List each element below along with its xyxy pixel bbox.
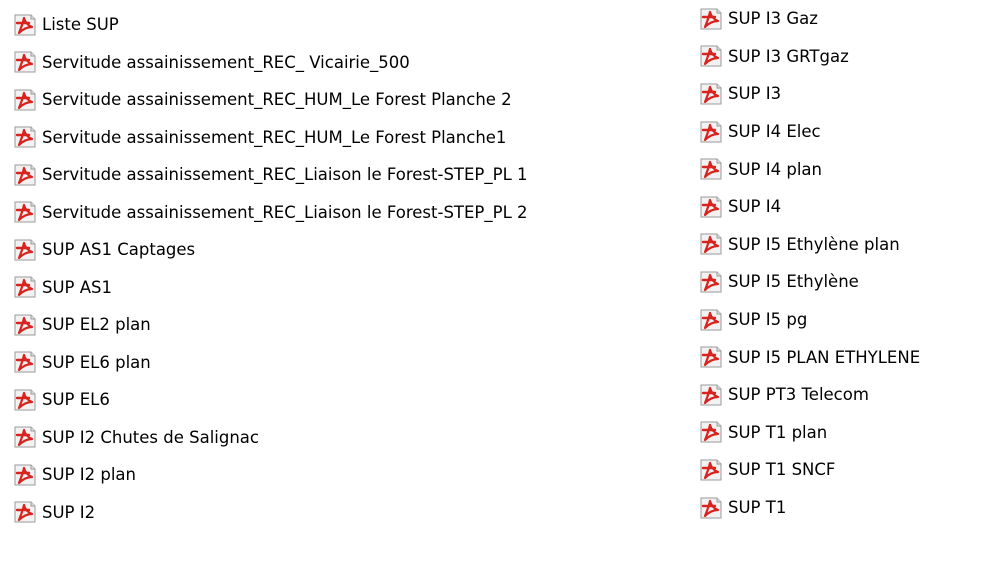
file-item[interactable]: SUP I4 Elec xyxy=(698,113,920,151)
file-name: SUP I2 plan xyxy=(42,465,136,485)
file-name: Liste SUP xyxy=(42,15,119,35)
file-name: SUP I5 Ethylène plan xyxy=(728,234,900,254)
file-item[interactable]: SUP AS1 xyxy=(12,269,528,307)
file-item[interactable]: SUP I5 Ethylène plan xyxy=(698,226,920,264)
pdf-file-icon xyxy=(12,87,39,113)
pdf-file-icon xyxy=(12,237,39,263)
pdf-file-icon xyxy=(12,162,39,188)
file-column-left: Liste SUP Servitude assainissement_REC_ … xyxy=(12,6,528,531)
pdf-file-icon xyxy=(698,495,725,521)
file-name: SUP I4 xyxy=(728,197,782,217)
pdf-file-icon xyxy=(698,43,725,69)
pdf-file-icon xyxy=(12,312,39,338)
file-name: SUP I2 Chutes de Salignac xyxy=(42,427,259,447)
file-name: SUP I4 plan xyxy=(728,159,822,179)
pdf-file-icon xyxy=(698,382,725,408)
file-item[interactable]: SUP I3 GRTgaz xyxy=(698,38,920,76)
file-item[interactable]: SUP PT3 Telecom xyxy=(698,376,920,414)
file-item[interactable]: SUP I2 xyxy=(12,494,528,532)
file-name: SUP T1 plan xyxy=(728,422,828,442)
file-column-right: SUP I3 Gaz SUP I3 GRTgaz SUP I3 SUP I4 E… xyxy=(698,0,920,526)
pdf-file-icon xyxy=(12,124,39,150)
file-item[interactable]: SUP T1 plan xyxy=(698,414,920,452)
file-name: SUP I4 Elec xyxy=(728,122,821,142)
pdf-file-icon xyxy=(698,81,725,107)
file-name: SUP EL6 xyxy=(42,390,110,410)
pdf-file-icon xyxy=(698,119,725,145)
pdf-file-icon xyxy=(698,307,725,333)
file-item[interactable]: SUP I3 xyxy=(698,75,920,113)
file-item[interactable]: SUP EL6 xyxy=(12,381,528,419)
file-item[interactable]: SUP I2 plan xyxy=(12,456,528,494)
file-item[interactable]: SUP I5 pg xyxy=(698,301,920,339)
file-name: SUP AS1 xyxy=(42,277,113,297)
pdf-file-icon xyxy=(12,274,39,300)
file-item[interactable]: SUP I5 PLAN ETHYLENE xyxy=(698,338,920,376)
pdf-file-icon xyxy=(698,156,725,182)
file-name: SUP I3 Gaz xyxy=(728,9,818,29)
file-item[interactable]: Servitude assainissement_REC_HUM_Le Fore… xyxy=(12,119,528,157)
file-name: Servitude assainissement_REC_ Vicairie_5… xyxy=(42,52,410,72)
pdf-file-icon xyxy=(12,424,39,450)
pdf-file-icon xyxy=(698,419,725,445)
file-item[interactable]: SUP I5 Ethylène xyxy=(698,263,920,301)
file-item[interactable]: Servitude assainissement_REC_HUM_Le Fore… xyxy=(12,81,528,119)
pdf-file-icon xyxy=(12,349,39,375)
pdf-file-icon xyxy=(12,49,39,75)
file-name: SUP I3 xyxy=(728,84,782,104)
pdf-file-icon xyxy=(698,457,725,483)
file-name: SUP I5 Ethylène xyxy=(728,272,859,292)
pdf-file-icon xyxy=(12,462,39,488)
file-item[interactable]: Servitude assainissement_REC_Liaison le … xyxy=(12,194,528,232)
pdf-file-icon xyxy=(698,194,725,220)
file-name: SUP T1 SNCF xyxy=(728,460,836,480)
file-name: SUP I3 GRTgaz xyxy=(728,46,849,66)
pdf-file-icon xyxy=(12,199,39,225)
file-item[interactable]: Servitude assainissement_REC_Liaison le … xyxy=(12,156,528,194)
file-name: SUP EL2 plan xyxy=(42,315,151,335)
pdf-file-icon xyxy=(698,231,725,257)
file-item[interactable]: SUP I4 xyxy=(698,188,920,226)
file-item[interactable]: SUP I2 Chutes de Salignac xyxy=(12,419,528,457)
file-item[interactable]: SUP T1 xyxy=(698,489,920,527)
file-item[interactable]: SUP EL2 plan xyxy=(12,306,528,344)
file-item[interactable]: SUP I4 plan xyxy=(698,150,920,188)
pdf-file-icon xyxy=(12,12,39,38)
pdf-file-icon xyxy=(698,6,725,32)
file-name: Servitude assainissement_REC_Liaison le … xyxy=(42,202,528,222)
file-name: SUP I2 xyxy=(42,502,96,522)
file-name: SUP PT3 Telecom xyxy=(728,385,869,405)
file-name: SUP I5 PLAN ETHYLENE xyxy=(728,347,921,367)
file-name: Servitude assainissement_REC_HUM_Le Fore… xyxy=(42,127,507,147)
file-item[interactable]: Liste SUP xyxy=(12,6,528,44)
pdf-file-icon xyxy=(12,387,39,413)
file-item[interactable]: SUP T1 SNCF xyxy=(698,451,920,489)
file-list: Liste SUP Servitude assainissement_REC_ … xyxy=(0,0,991,584)
file-name: Servitude assainissement_REC_HUM_Le Fore… xyxy=(42,90,512,110)
file-name: Servitude assainissement_REC_Liaison le … xyxy=(42,165,528,185)
file-name: SUP EL6 plan xyxy=(42,352,151,372)
pdf-file-icon xyxy=(12,499,39,525)
pdf-file-icon xyxy=(698,269,725,295)
file-item[interactable]: SUP EL6 plan xyxy=(12,344,528,382)
file-item[interactable]: Servitude assainissement_REC_ Vicairie_5… xyxy=(12,44,528,82)
file-name: SUP I5 pg xyxy=(728,310,808,330)
file-item[interactable]: SUP AS1 Captages xyxy=(12,231,528,269)
file-name: SUP AS1 Captages xyxy=(42,240,196,260)
pdf-file-icon xyxy=(698,344,725,370)
file-item[interactable]: SUP I3 Gaz xyxy=(698,0,920,38)
file-name: SUP T1 xyxy=(728,498,787,518)
